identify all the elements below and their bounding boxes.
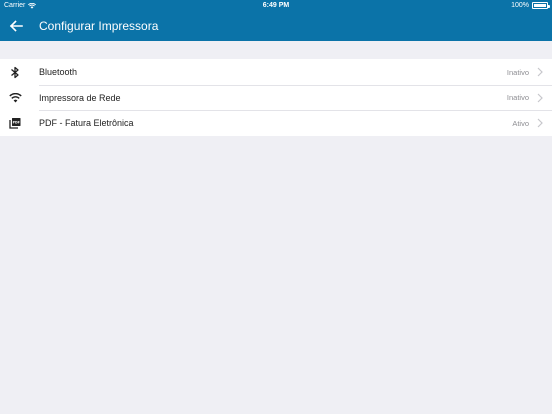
svg-text:PDF: PDF [13, 120, 20, 124]
chevron-right-icon [537, 118, 543, 128]
printer-label: Impressora de Rede [39, 92, 121, 103]
arrow-left-icon [9, 20, 23, 32]
printer-status: Inativo [506, 67, 529, 77]
printer-row-pdf[interactable]: PDF PDF - Fatura Eletrônica Ativo [0, 110, 552, 136]
printer-label: Bluetooth [39, 67, 78, 77]
navigation-bar: Configurar Impressora [0, 11, 552, 41]
printer-status: Ativo [512, 118, 529, 128]
battery-icon [532, 2, 550, 9]
back-button[interactable] [7, 18, 25, 34]
battery-indicator: 100% [511, 2, 550, 9]
status-bar: Carrier 6:49 PM 100% [0, 0, 552, 11]
chevron-right-icon [537, 93, 543, 102]
pdf-icon: PDF [8, 116, 22, 130]
battery-fill [534, 4, 546, 7]
printer-list: Bluetooth Inativo Impressora de Rede Ina… [0, 59, 552, 136]
printer-row-bluetooth[interactable]: Bluetooth Inativo [0, 59, 552, 85]
printer-status: Inativo [506, 93, 529, 102]
printer-row-network[interactable]: Impressora de Rede Inativo [0, 84, 552, 111]
clock: 6:49 PM [262, 2, 290, 9]
wifi-icon [8, 91, 22, 105]
page-title: Configurar Impressora [39, 19, 159, 33]
chevron-right-icon [537, 67, 543, 77]
printer-label: PDF - Fatura Eletrônica [39, 118, 134, 128]
bluetooth-icon [8, 65, 22, 79]
battery-percent: 100% [511, 2, 529, 9]
